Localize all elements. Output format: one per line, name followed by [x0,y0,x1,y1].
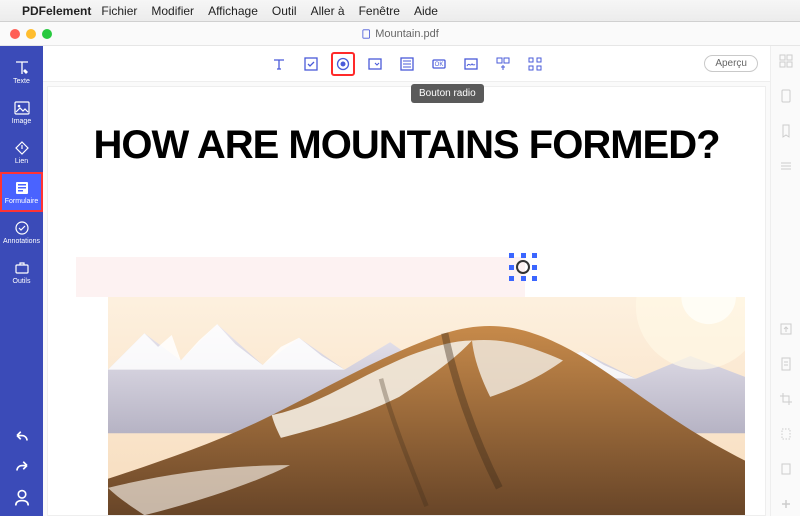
form-more-button[interactable] [523,52,547,76]
menu-fenetre[interactable]: Fenêtre [359,4,400,18]
undo-button[interactable] [12,428,32,448]
page-mountain-image [108,297,745,515]
editor-center: OK Aperçu Bouton radio HOW ARE MOUNTAINS… [43,46,770,516]
document-title: Mountain.pdf [361,28,439,40]
menu-allera[interactable]: Aller à [311,4,345,18]
left-sidebar: Texte Image Lien Formulaire Annotations … [0,46,43,516]
panel-bookmark-icon[interactable] [779,124,793,143]
radio-field-selected[interactable] [511,255,535,279]
form-icon [14,180,30,196]
svg-text:OK: OK [434,62,443,68]
form-button-button[interactable]: OK [427,52,451,76]
form-dropdown-button[interactable] [363,52,387,76]
text-edit-icon [14,60,30,76]
form-listbox-button[interactable] [395,52,419,76]
window-titlebar: Mountain.pdf [0,22,800,46]
tool-outils[interactable]: Outils [0,252,43,292]
panel-page-icon[interactable] [779,89,793,108]
tool-annotations[interactable]: Annotations [0,212,43,252]
form-toolbar: OK Aperçu Bouton radio [43,46,770,82]
panel-page2-icon[interactable] [779,427,793,446]
menu-outil[interactable]: Outil [272,4,297,18]
document-icon [361,29,371,39]
panel-grid-icon[interactable] [779,54,793,73]
tool-image[interactable]: Image [0,92,43,132]
panel-doc-icon[interactable] [779,357,793,376]
menu-modifier[interactable]: Modifier [151,4,194,18]
link-icon [14,140,30,156]
panel-add-icon[interactable] [779,497,793,516]
form-radio-button[interactable] [331,52,355,76]
radio-ring-icon [516,260,530,274]
tool-lien[interactable]: Lien [0,132,43,172]
close-window-button[interactable] [10,29,20,39]
form-signature-button[interactable] [459,52,483,76]
minimize-window-button[interactable] [26,29,36,39]
menu-affichage[interactable]: Affichage [208,4,258,18]
redo-button[interactable] [12,458,32,478]
form-textfield-button[interactable] [267,52,291,76]
panel-crop-icon[interactable] [779,392,793,411]
page-pink-block [76,257,525,297]
right-sidebar [770,46,800,516]
menu-aide[interactable]: Aide [414,4,438,18]
document-canvas[interactable]: HOW ARE MOUNTAINS FORMED? [47,86,766,516]
form-align-button[interactable] [491,52,515,76]
panel-export-icon[interactable] [779,322,793,341]
tool-formulaire[interactable]: Formulaire [0,172,43,212]
fullscreen-window-button[interactable] [42,29,52,39]
image-icon [14,100,30,116]
tool-texte[interactable]: Texte [0,52,43,92]
traffic-lights [0,29,52,39]
panel-lines-icon[interactable] [779,159,793,178]
preview-button[interactable]: Aperçu [704,55,758,72]
panel-page3-icon[interactable] [779,462,793,481]
app-name[interactable]: PDFelement [22,4,91,18]
document-title-text: Mountain.pdf [375,28,439,40]
form-checkbox-button[interactable] [299,52,323,76]
macos-menubar: PDFelement Fichier Modifier Affichage Ou… [0,0,800,22]
annotations-icon [14,220,30,236]
page-headline: HOW ARE MOUNTAINS FORMED? [48,123,765,168]
toolbox-icon [14,260,30,276]
menu-fichier[interactable]: Fichier [101,4,137,18]
user-button[interactable] [12,488,32,508]
radio-tooltip: Bouton radio [411,84,484,103]
